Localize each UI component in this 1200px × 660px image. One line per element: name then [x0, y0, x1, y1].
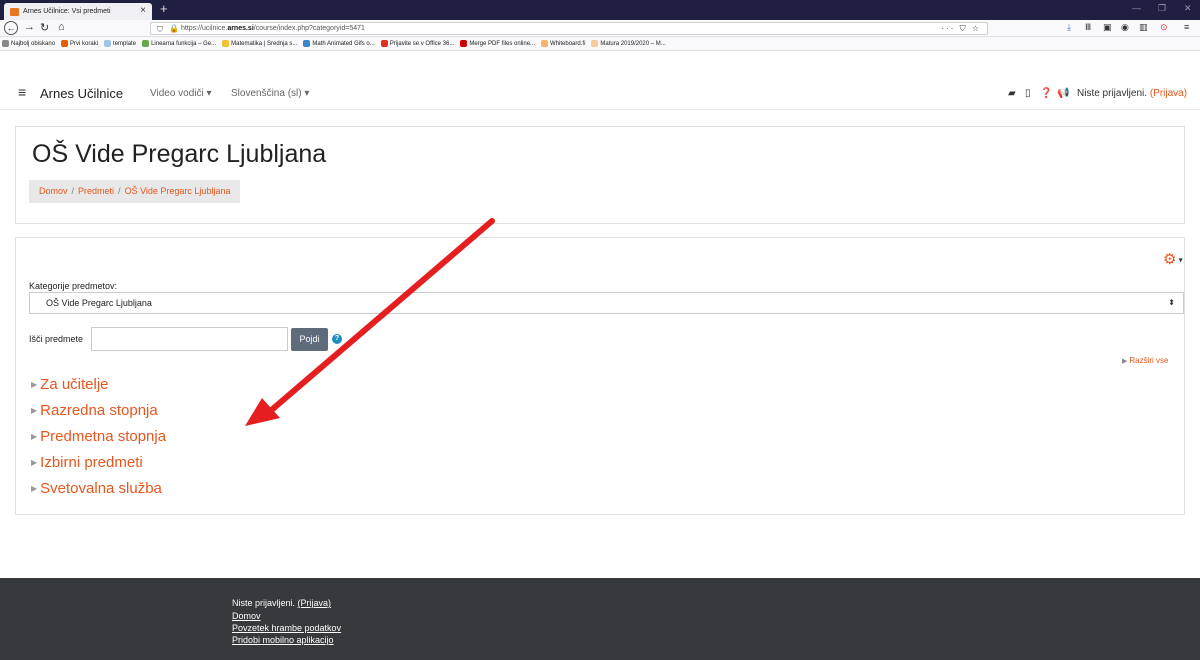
page-footer: Niste prijavljeni. (Prijava) Domov Povze… — [0, 578, 1200, 660]
footer-link-mobile-app[interactable]: Pridobi mobilno aplikacijo — [232, 635, 334, 645]
red-arrow-annotation — [245, 218, 495, 426]
footer-link-home[interactable]: Domov — [232, 611, 261, 621]
footer-link-data-retention[interactable]: Povzetek hrambe podatkov — [232, 623, 341, 633]
footer-login-status: Niste prijavljeni. (Prijava) — [232, 598, 332, 608]
arrow-shaft — [265, 218, 495, 416]
footer-login-link[interactable]: (Prijava) — [298, 598, 332, 608]
arrow-head — [245, 398, 280, 426]
